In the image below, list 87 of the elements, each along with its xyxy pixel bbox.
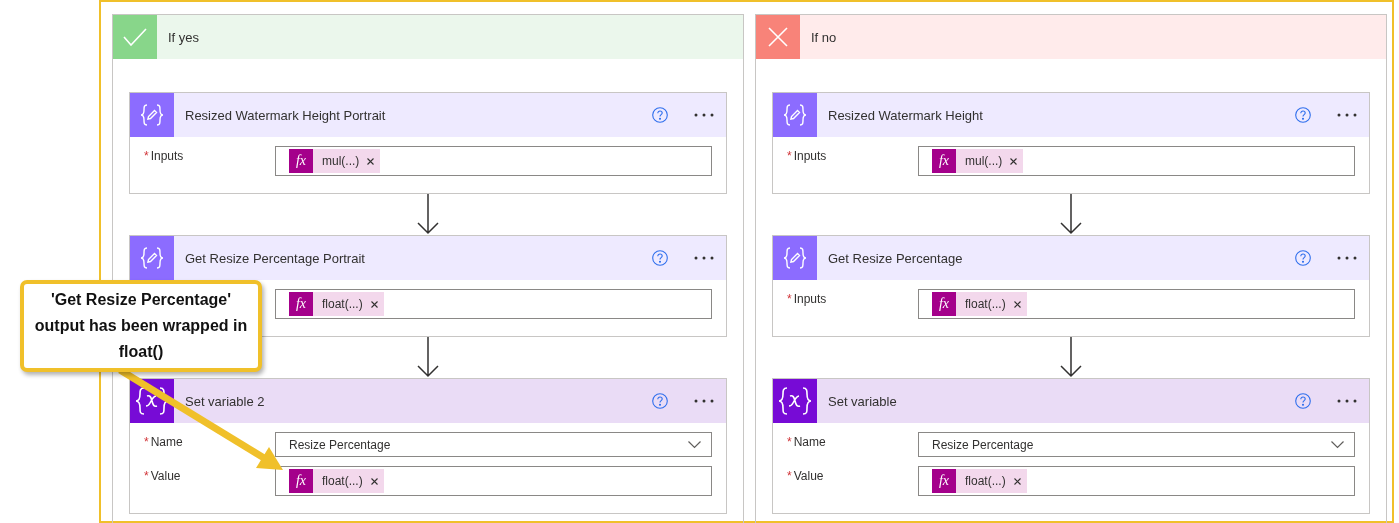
- expression-field[interactable]: fx mul(...): [918, 146, 1355, 176]
- expression-token[interactable]: fx float(...): [289, 292, 384, 316]
- expression-field[interactable]: fx float(...): [275, 466, 712, 496]
- expression-field[interactable]: fx float(...): [918, 289, 1355, 319]
- token-text: float(...): [322, 474, 363, 488]
- branch-title: If no: [811, 29, 837, 45]
- braces-x-icon: [778, 386, 812, 416]
- braces-x-icon: [135, 386, 169, 416]
- more-options-icon[interactable]: [1337, 256, 1357, 260]
- token-text: float(...): [965, 297, 1006, 311]
- action-title: Resized Watermark Height Portrait: [185, 107, 387, 123]
- chevron-down-icon: [1331, 440, 1344, 449]
- token-text: float(...): [965, 474, 1006, 488]
- remove-icon[interactable]: [370, 300, 378, 308]
- help-icon[interactable]: [1295, 107, 1311, 123]
- connector-arrow: [1060, 194, 1082, 235]
- expression-token[interactable]: fx mul(...): [932, 149, 1024, 173]
- more-options-icon[interactable]: [694, 399, 714, 403]
- required-asterisk: *: [144, 149, 149, 163]
- function-icon: fx: [289, 149, 313, 173]
- braces-pencil-icon: [139, 245, 165, 271]
- token-text: mul(...): [965, 154, 1003, 168]
- action-card-header[interactable]: Set variable: [773, 379, 1369, 423]
- branch-title: If yes: [168, 29, 200, 45]
- checkmark-icon: [123, 28, 147, 46]
- required-asterisk: *: [144, 435, 149, 449]
- field-label: Value: [793, 469, 824, 483]
- expression-token[interactable]: fx float(...): [932, 469, 1027, 493]
- expression-field[interactable]: fx float(...): [918, 466, 1355, 496]
- help-icon[interactable]: [652, 250, 668, 266]
- required-asterisk: *: [144, 469, 149, 483]
- action-card-header[interactable]: Get Resize Percentage: [773, 236, 1369, 280]
- dropdown-field[interactable]: Resize Percentage: [275, 432, 712, 457]
- callout-note: 'Get Resize Percentage' output has been wrapped in float(): [20, 280, 262, 372]
- help-icon[interactable]: [652, 107, 668, 123]
- function-icon: fx: [932, 292, 956, 316]
- more-options-icon[interactable]: [694, 256, 714, 260]
- action-card-header[interactable]: Resized Watermark Height: [773, 93, 1369, 137]
- required-asterisk: *: [787, 149, 792, 163]
- remove-icon[interactable]: [1013, 477, 1021, 485]
- field-label: Name: [793, 435, 826, 449]
- expression-token[interactable]: fx float(...): [932, 292, 1027, 316]
- field-label: Name: [150, 435, 183, 449]
- connector-arrow: [417, 194, 439, 235]
- action-title: Get Resize Percentage Portrait: [185, 250, 366, 266]
- field-label: Value: [150, 469, 181, 483]
- braces-pencil-icon: [782, 102, 808, 128]
- function-icon: fx: [289, 292, 313, 316]
- more-options-icon[interactable]: [694, 113, 714, 117]
- action-card-header[interactable]: Resized Watermark Height Portrait: [130, 93, 726, 137]
- action-title: Set variable: [828, 393, 898, 409]
- more-options-icon[interactable]: [1337, 113, 1357, 117]
- field-label: Inputs: [793, 292, 827, 306]
- action-title: Set variable 2: [185, 393, 266, 409]
- required-asterisk: *: [787, 435, 792, 449]
- action-title: Get Resize Percentage: [828, 250, 964, 266]
- expression-token[interactable]: fx mul(...): [289, 149, 381, 173]
- expression-field[interactable]: fx mul(...): [275, 146, 712, 176]
- close-icon: [768, 27, 788, 47]
- more-options-icon[interactable]: [1337, 399, 1357, 403]
- expression-token[interactable]: fx float(...): [289, 469, 384, 493]
- action-title: Resized Watermark Height: [828, 107, 984, 123]
- remove-icon[interactable]: [1010, 157, 1018, 165]
- function-icon: fx: [932, 469, 956, 493]
- help-icon[interactable]: [1295, 250, 1311, 266]
- connector-arrow: [417, 337, 439, 378]
- chevron-down-icon: [688, 440, 701, 449]
- help-icon[interactable]: [1295, 393, 1311, 409]
- required-asterisk: *: [787, 469, 792, 483]
- token-text: mul(...): [322, 154, 360, 168]
- help-icon[interactable]: [652, 393, 668, 409]
- token-text: float(...): [322, 297, 363, 311]
- action-card-header[interactable]: Set variable 2: [130, 379, 726, 423]
- dropdown-field[interactable]: Resize Percentage: [918, 432, 1355, 457]
- remove-icon[interactable]: [370, 477, 378, 485]
- required-asterisk: *: [787, 292, 792, 306]
- connector-arrow: [1060, 337, 1082, 378]
- function-icon: fx: [289, 469, 313, 493]
- braces-pencil-icon: [782, 245, 808, 271]
- remove-icon[interactable]: [367, 157, 375, 165]
- field-label: Inputs: [150, 149, 184, 163]
- braces-pencil-icon: [139, 102, 165, 128]
- expression-field[interactable]: fx float(...): [275, 289, 712, 319]
- field-label: Inputs: [793, 149, 827, 163]
- action-card-header[interactable]: Get Resize Percentage Portrait: [130, 236, 726, 280]
- function-icon: fx: [932, 149, 956, 173]
- remove-icon[interactable]: [1013, 300, 1021, 308]
